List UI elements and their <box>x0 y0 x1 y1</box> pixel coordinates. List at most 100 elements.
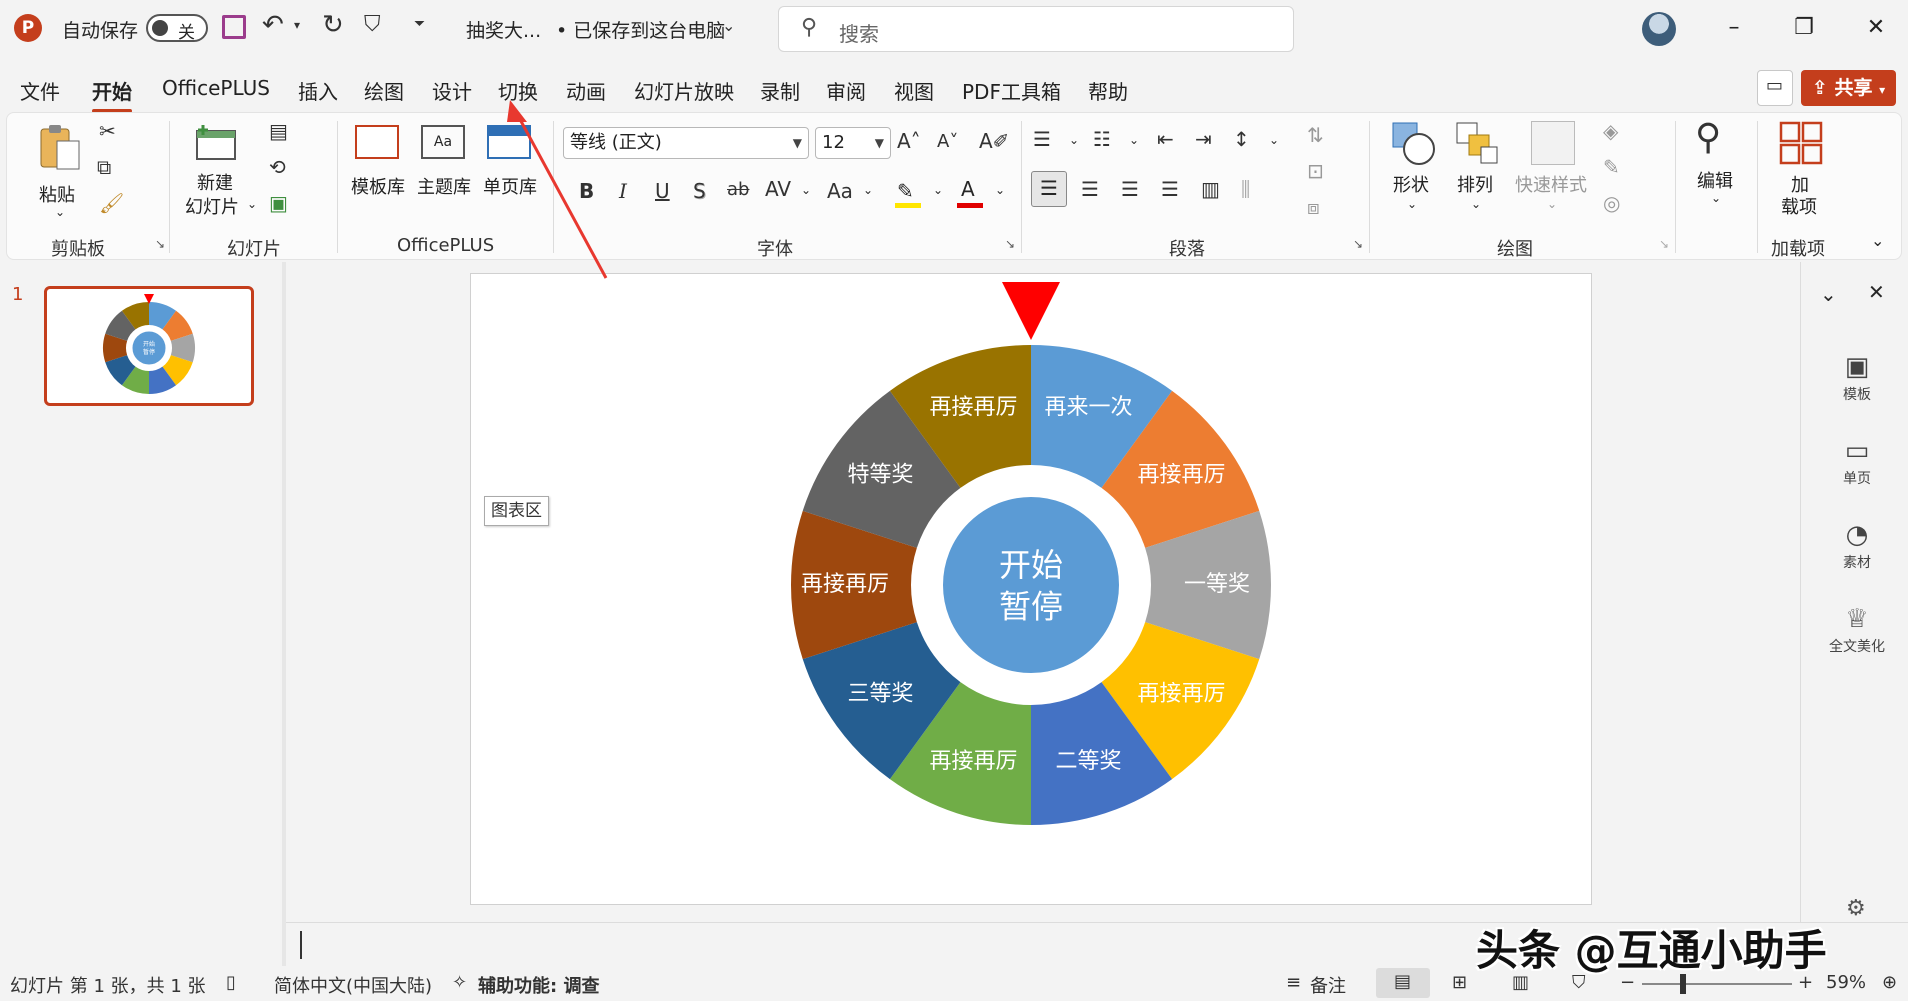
clear-format-icon[interactable]: A✐ <box>979 129 1009 153</box>
notes-button[interactable]: 备注 <box>1310 972 1346 998</box>
arrange-dropdown-icon[interactable]: ⌄ <box>1471 197 1481 211</box>
tab-slideshow[interactable]: 幻灯片放映 <box>634 76 734 105</box>
tab-review[interactable]: 审阅 <box>826 76 866 105</box>
numbering-icon[interactable]: ☷ <box>1093 127 1111 151</box>
font-color-icon[interactable]: A <box>957 177 983 209</box>
distribute-icon[interactable]: ▥ <box>1201 177 1220 201</box>
notes-icon[interactable]: ≡ <box>1286 972 1301 993</box>
align-center-icon[interactable]: ☰ <box>1081 177 1099 201</box>
pane-close-icon[interactable]: ✕ <box>1868 280 1885 304</box>
panel-splitter[interactable] <box>282 262 286 966</box>
edit-label[interactable]: 编辑 <box>1697 167 1733 193</box>
new-slide-label-1[interactable]: 新建 <box>197 169 233 195</box>
quick-style-dropdown-icon[interactable]: ⌄ <box>1547 197 1557 211</box>
share-button[interactable]: ⇪ 共享 ▾ <box>1801 70 1896 106</box>
search-box[interactable]: ⚲ 搜索 <box>778 6 1294 52</box>
reset-icon[interactable]: ⟲ <box>269 155 286 179</box>
tab-pdf-toolbox[interactable]: PDF工具箱 <box>962 76 1061 105</box>
right-pane-page[interactable]: ▭ 单页 <box>1815 434 1899 488</box>
page-lib-label[interactable]: 单页库 <box>483 173 537 199</box>
increase-font-icon[interactable]: A˄ <box>897 129 921 153</box>
shape-outline-icon[interactable]: ✎ <box>1603 155 1620 179</box>
tab-view[interactable]: 视图 <box>894 76 934 105</box>
addins-label-2[interactable]: 载项 <box>1781 193 1817 219</box>
change-case-button[interactable]: Aa <box>827 179 853 203</box>
redo-icon[interactable]: ↻ <box>322 10 344 40</box>
align-right-icon[interactable]: ☰ <box>1121 177 1139 201</box>
char-spacing-button[interactable]: AV <box>765 177 791 201</box>
tab-home[interactable]: 开始 <box>92 76 132 113</box>
comment-button[interactable]: ▭ <box>1757 70 1793 106</box>
tab-file[interactable]: 文件 <box>20 76 60 105</box>
layout-icon[interactable]: ▤ <box>269 119 288 143</box>
theme-lib-icon[interactable]: Aa <box>421 125 465 159</box>
italic-button[interactable]: I <box>619 179 627 203</box>
paragraph-launcher-icon[interactable]: ↘ <box>1353 237 1363 251</box>
shape-fill-icon[interactable]: ◈ <box>1603 119 1618 143</box>
save-status-chevron-icon[interactable]: ⌄ <box>722 16 735 35</box>
clipboard-launcher-icon[interactable]: ↘ <box>155 237 165 251</box>
close-icon[interactable]: ✕ <box>1854 10 1898 46</box>
smartart-icon[interactable]: ⧈ <box>1307 195 1320 219</box>
tab-draw[interactable]: 绘图 <box>364 76 404 105</box>
theme-lib-label[interactable]: 主题库 <box>417 173 471 199</box>
decrease-font-icon[interactable]: A˅ <box>937 131 958 152</box>
addins-icon[interactable] <box>1779 121 1823 165</box>
new-slide-dropdown-icon[interactable]: ⌄ <box>247 197 257 211</box>
edit-dropdown-icon[interactable]: ⌄ <box>1711 191 1721 205</box>
text-direction-icon[interactable]: ⇅ <box>1307 123 1324 147</box>
drawing-launcher-icon[interactable]: ↘ <box>1659 237 1669 251</box>
right-pane-beautify[interactable]: ♕ 全文美化 <box>1815 602 1899 656</box>
cut-icon[interactable]: ✂ <box>99 119 116 143</box>
tab-insert[interactable]: 插入 <box>298 76 338 105</box>
shape-label[interactable]: 形状 <box>1393 171 1429 197</box>
columns-icon[interactable]: ⫼ <box>1241 177 1250 201</box>
page-lib-icon[interactable] <box>487 125 531 159</box>
tab-officeplus[interactable]: OfficePLUS <box>162 76 270 100</box>
tab-design[interactable]: 设计 <box>432 76 472 105</box>
numbering-dropdown-icon[interactable]: ⌄ <box>1129 133 1139 147</box>
shape-effects-icon[interactable]: ◎ <box>1603 191 1620 215</box>
slide-sorter-icon[interactable]: ⊞ <box>1452 972 1467 993</box>
decrease-indent-icon[interactable]: ⇤ <box>1157 127 1174 151</box>
char-spacing-dropdown-icon[interactable]: ⌄ <box>801 183 811 197</box>
slide-canvas[interactable]: 再来一次 再接再厉 一等奖 再接再厉 二等奖 再接再厉 三等奖 再接再厉 特等奖 再接再厉 开始 暂停 <box>470 273 1592 905</box>
zoom-slider[interactable] <box>1642 983 1792 985</box>
avatar[interactable] <box>1642 12 1676 46</box>
highlight-dropdown-icon[interactable]: ⌄ <box>933 183 943 197</box>
align-left-button[interactable]: ☰ <box>1031 171 1067 207</box>
accessibility-icon[interactable]: ✧ <box>452 972 467 993</box>
tab-help[interactable]: 帮助 <box>1088 76 1128 105</box>
bullets-dropdown-icon[interactable]: ⌄ <box>1069 133 1079 147</box>
paste-dropdown-icon[interactable]: ⌄ <box>55 205 65 219</box>
collapse-ribbon-icon[interactable]: ⌄ <box>1871 231 1884 250</box>
quick-style-icon[interactable] <box>1531 121 1575 165</box>
spell-check-icon[interactable]: ▯ <box>226 972 236 993</box>
pane-collapse-icon[interactable]: ⌄ <box>1820 282 1837 306</box>
section-icon[interactable]: ▣ <box>269 191 288 215</box>
paste-button[interactable]: 粘贴 ⌄ <box>27 123 97 223</box>
zoom-level[interactable]: 59% <box>1826 972 1866 993</box>
arrange-icon[interactable] <box>1455 121 1501 167</box>
fit-to-window-icon[interactable]: ⊕ <box>1882 972 1897 993</box>
bullets-icon[interactable]: ☰ <box>1033 127 1051 151</box>
arrange-label[interactable]: 排列 <box>1457 171 1493 197</box>
settings-gear-icon[interactable]: ⚙ <box>1846 896 1866 921</box>
template-lib-icon[interactable] <box>355 125 399 159</box>
quick-style-label[interactable]: 快速样式 <box>1515 171 1587 197</box>
increase-indent-icon[interactable]: ⇥ <box>1195 127 1212 151</box>
shape-dropdown-icon[interactable]: ⌄ <box>1407 197 1417 211</box>
restore-icon[interactable]: ❐ <box>1782 10 1826 46</box>
font-launcher-icon[interactable]: ↘ <box>1005 237 1015 251</box>
shadow-button[interactable]: S <box>693 179 706 203</box>
slide-thumbnail[interactable]: 开始 暂停 <box>44 286 254 406</box>
undo-dropdown-icon[interactable]: ▾ <box>294 18 300 32</box>
start-stop-button[interactable] <box>939 493 1123 677</box>
tab-record[interactable]: 录制 <box>760 76 800 105</box>
tab-transitions[interactable]: 切换 <box>498 76 538 105</box>
normal-view-button[interactable]: ▤ <box>1376 968 1430 998</box>
bold-button[interactable]: B <box>579 179 594 203</box>
format-painter-icon[interactable]: 🖌 <box>99 191 124 215</box>
save-icon[interactable] <box>222 15 246 39</box>
minimize-icon[interactable]: – <box>1712 10 1756 46</box>
